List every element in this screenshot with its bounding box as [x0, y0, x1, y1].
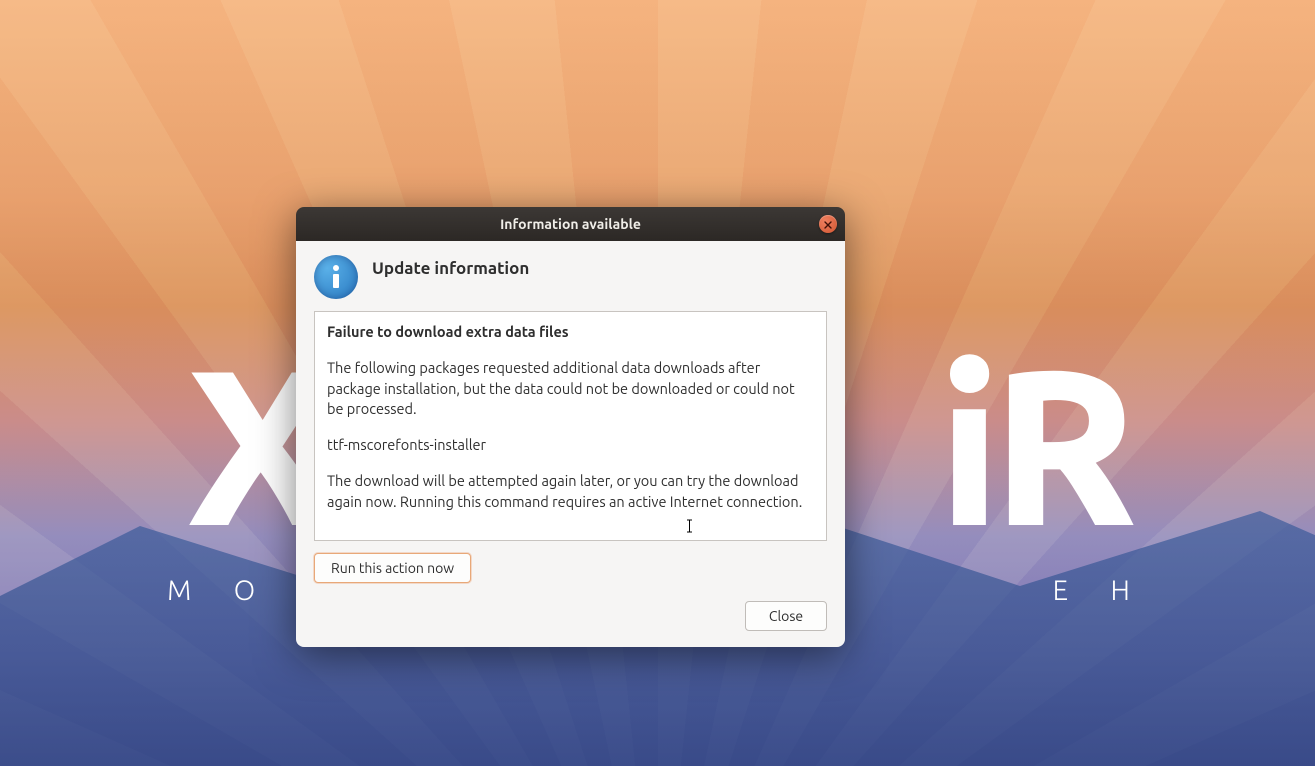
message-body-2: The download will be attempted again lat…	[327, 471, 814, 512]
message-package: ttf-mscorefonts-installer	[327, 435, 814, 455]
dialog-window: Information available Update information…	[296, 207, 845, 647]
message-heading: Failure to download extra data files	[327, 322, 814, 342]
wallpaper-sub-left: M O	[167, 575, 273, 606]
window-title: Information available	[500, 216, 641, 232]
action-row: Run this action now	[314, 553, 827, 583]
info-icon	[314, 255, 358, 299]
close-button[interactable]	[819, 215, 837, 233]
message-body-1: The following packages requested additio…	[327, 358, 814, 419]
wallpaper-sub-right: E H	[1053, 575, 1148, 606]
wallpaper-text-right: iR	[938, 320, 1128, 567]
footer-row: Close	[314, 601, 827, 631]
message-box[interactable]: Failure to download extra data files The…	[314, 311, 827, 541]
run-action-button[interactable]: Run this action now	[314, 553, 471, 583]
dialog-body: Update information Failure to download e…	[296, 241, 845, 647]
close-icon	[824, 216, 832, 232]
close-dialog-button[interactable]: Close	[745, 601, 827, 631]
dialog-header-row: Update information	[314, 255, 827, 299]
titlebar[interactable]: Information available	[296, 207, 845, 241]
dialog-header-title: Update information	[372, 255, 529, 278]
